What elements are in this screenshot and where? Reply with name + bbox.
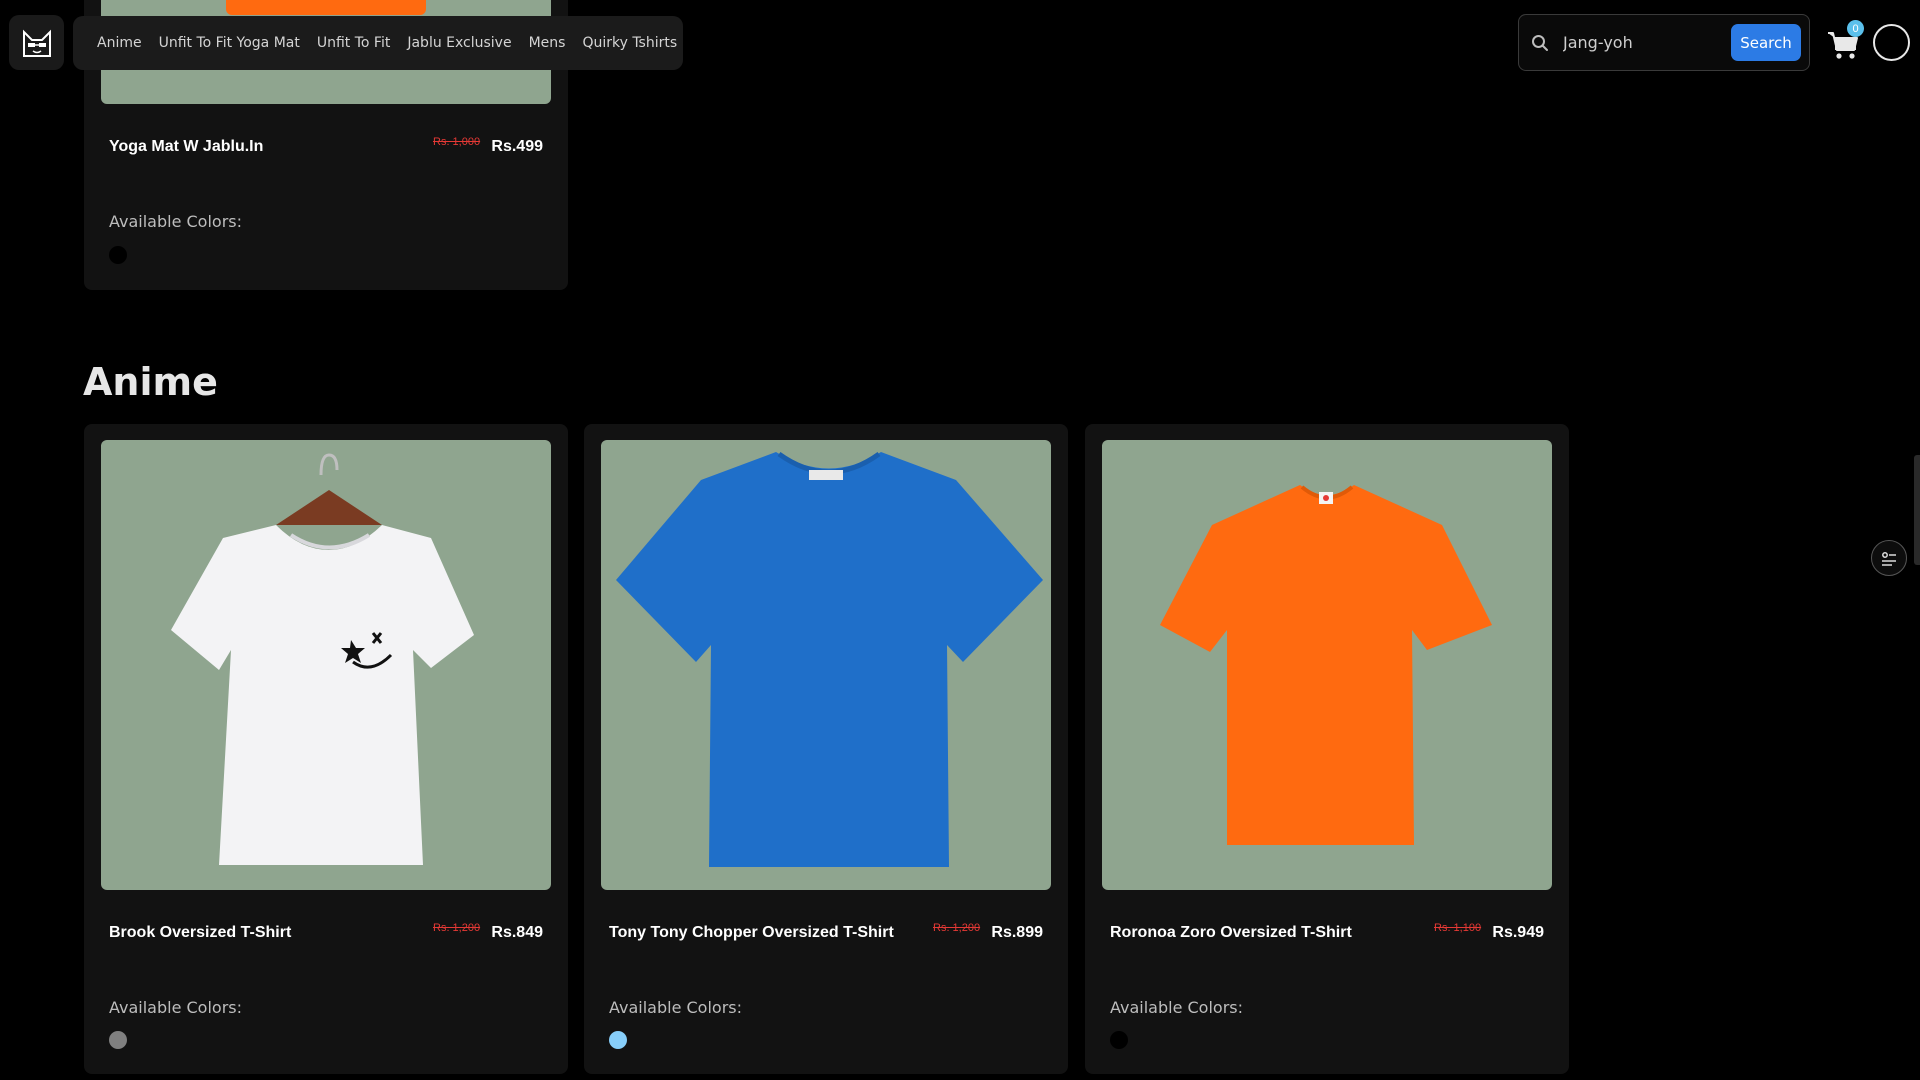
product-image[interactable] — [601, 440, 1051, 890]
available-colors-label: Available Colors: — [609, 998, 743, 1017]
product-old-price: Rs. 1,000 — [433, 136, 481, 148]
product-name[interactable]: Brook Oversized T-Shirt — [109, 924, 291, 942]
search-icon — [1532, 34, 1548, 51]
filter-button[interactable] — [1871, 540, 1907, 576]
nav-item-unfit-to-fit-yoga-mat[interactable]: Unfit To Fit Yoga Mat — [159, 35, 300, 51]
search-box: Search — [1518, 14, 1810, 71]
available-colors-label: Available Colors: — [109, 212, 243, 231]
site-logo[interactable] — [9, 15, 64, 70]
available-colors-label: Available Colors: — [1110, 998, 1244, 1017]
color-swatch-black[interactable] — [1110, 1031, 1128, 1049]
cat-logo-icon — [22, 29, 51, 57]
product-name[interactable]: Yoga Mat W Jablu.In — [109, 138, 263, 156]
product-price: Rs.899 — [991, 924, 1043, 941]
color-swatch-gray[interactable] — [109, 1031, 127, 1049]
nav-item-mens[interactable]: Mens — [529, 35, 566, 51]
main-nav: Anime Unfit To Fit Yoga Mat Unfit To Fit… — [73, 16, 683, 70]
color-swatch-black[interactable] — [109, 246, 127, 264]
product-image[interactable] — [1102, 440, 1552, 890]
product-old-price: Rs. 1,100 — [1434, 922, 1482, 934]
search-input[interactable] — [1561, 32, 1726, 53]
section-title-anime: Anime — [83, 360, 218, 404]
product-name[interactable]: Roronoa Zoro Oversized T-Shirt — [1110, 924, 1352, 942]
color-swatch-light-blue[interactable] — [609, 1031, 627, 1049]
side-drawer-tab[interactable] — [1914, 455, 1920, 565]
product-card-brook[interactable]: Brook Oversized T-Shirt Rs. 1,200 Rs.849… — [84, 424, 568, 1074]
search-button[interactable]: Search — [1731, 24, 1801, 61]
product-old-price: Rs. 1,200 — [933, 922, 981, 934]
product-card-roronoa-zoro[interactable]: Roronoa Zoro Oversized T-Shirt Rs. 1,100… — [1085, 424, 1569, 1074]
product-price: Rs.849 — [491, 924, 543, 941]
yoga-mat-graphic — [226, 0, 426, 15]
product-card-tony-tony-chopper[interactable]: Tony Tony Chopper Oversized T-Shirt Rs. … — [584, 424, 1068, 1074]
filter-icon — [1882, 552, 1896, 566]
white-tshirt-image — [171, 453, 474, 865]
nav-item-unfit-to-fit[interactable]: Unfit To Fit — [317, 35, 390, 51]
product-price: Rs.949 — [1492, 924, 1544, 941]
orange-tshirt-image — [1160, 485, 1492, 845]
user-avatar[interactable] — [1873, 24, 1910, 61]
product-name[interactable]: Tony Tony Chopper Oversized T-Shirt — [609, 924, 894, 942]
cart-count-badge: 0 — [1847, 20, 1864, 37]
nav-item-anime[interactable]: Anime — [97, 35, 142, 51]
product-image[interactable] — [101, 440, 551, 890]
product-old-price: Rs. 1,200 — [433, 922, 481, 934]
nav-item-jablu-exclusive[interactable]: Jablu Exclusive — [407, 35, 511, 51]
nav-item-quirky-tshirts[interactable]: Quirky Tshirts — [582, 35, 677, 51]
blue-tshirt-image — [616, 451, 1043, 867]
available-colors-label: Available Colors: — [109, 998, 243, 1017]
product-price: Rs.499 — [491, 138, 543, 155]
